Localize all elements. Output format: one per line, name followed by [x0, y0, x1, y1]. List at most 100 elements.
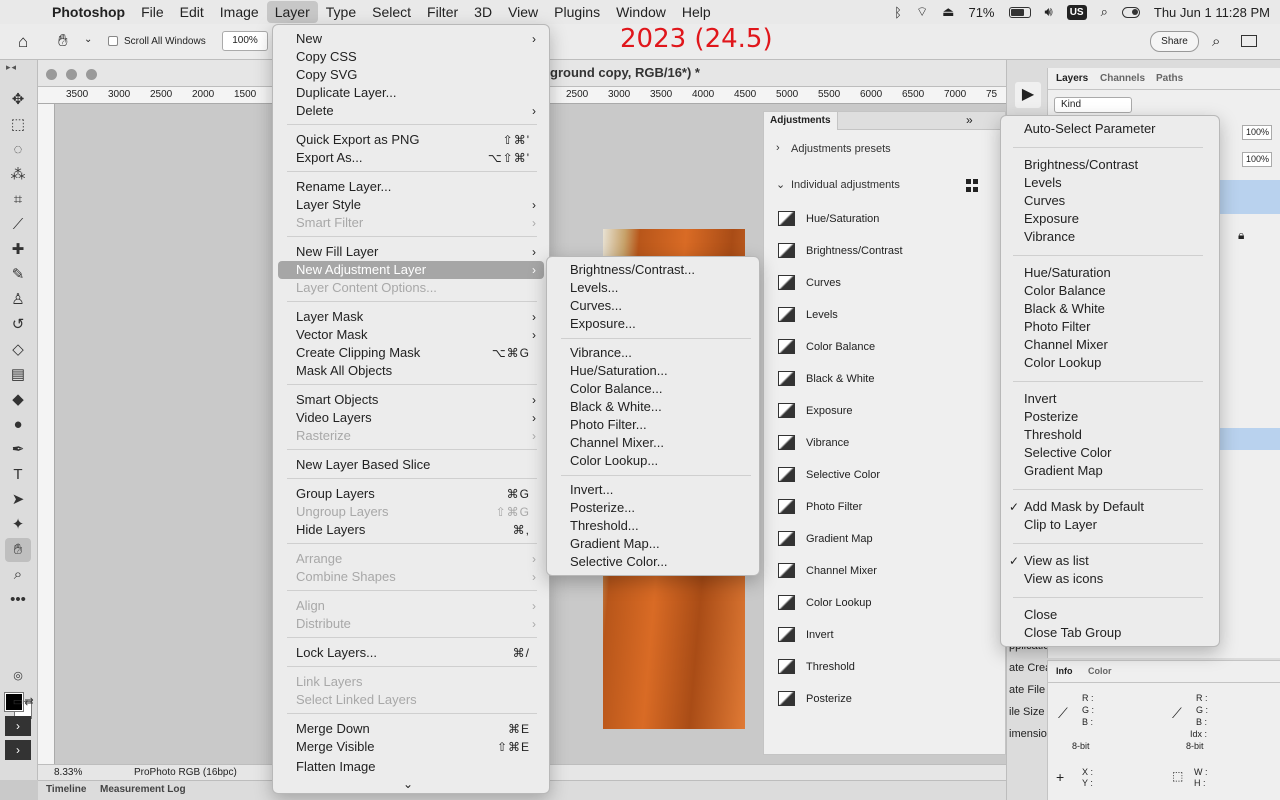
menu-item-hide-layers[interactable]: Hide Layers ⌘,	[278, 521, 544, 539]
flyout-item[interactable]: Channel Mixer	[1006, 336, 1214, 354]
tab-channels[interactable]: Channels	[1100, 73, 1145, 84]
submenu-item[interactable]: Threshold...	[552, 517, 756, 535]
flyout-item[interactable]: Exposure	[1006, 210, 1214, 228]
menu-item-new[interactable]: New ›	[278, 30, 544, 48]
flyout-item[interactable]: Close Tab Group	[1006, 624, 1214, 642]
submenu-item[interactable]: Posterize...	[552, 499, 756, 517]
flyout-item[interactable]: Posterize	[1006, 408, 1214, 426]
search-icon[interactable]: ⌕	[1212, 33, 1220, 50]
menu-item-ungroup-layers[interactable]: Ungroup Layers ⇧⌘G	[278, 503, 544, 521]
expand-panel-button-2[interactable]: ›	[5, 740, 31, 760]
move-tool-icon[interactable]: ✥	[5, 88, 31, 112]
menu-item-layer-content-options[interactable]: Layer Content Options...	[278, 279, 544, 297]
fill-field[interactable]: 100%	[1242, 152, 1272, 167]
zoom-window-button[interactable]	[86, 69, 97, 80]
crop-tool-icon[interactable]: ⌗	[5, 188, 31, 212]
flyout-item[interactable]: Vibrance	[1006, 228, 1214, 246]
control-center-icon[interactable]	[1121, 6, 1140, 18]
zoom-field[interactable]: 100%	[222, 31, 268, 51]
adj-posterize[interactable]: Posterize	[778, 689, 998, 709]
submenu-item[interactable]: Vibrance...	[552, 344, 756, 362]
minimize-window-button[interactable]	[66, 69, 77, 80]
path-selection-tool-icon[interactable]: ➤	[5, 488, 31, 512]
menu-view[interactable]: View	[500, 1, 546, 23]
share-button[interactable]: Share	[1150, 31, 1199, 52]
menu-item-mask-all-objects[interactable]: Mask All Objects	[278, 362, 544, 380]
submenu-item[interactable]: Hue/Saturation...	[552, 362, 756, 380]
gradient-tool-icon[interactable]: ▤	[5, 363, 31, 387]
tab-measurement-log[interactable]: Measurement Log	[100, 784, 186, 795]
submenu-item[interactable]: Exposure...	[552, 315, 756, 333]
adj-brightness-contrast[interactable]: Brightness/Contrast	[778, 241, 998, 261]
menu-layer[interactable]: Layer	[266, 1, 318, 23]
eraser-tool-icon[interactable]: ◇	[5, 338, 31, 362]
menu-item-arrange[interactable]: Arrange ›	[278, 550, 544, 568]
submenu-item[interactable]: Black & White...	[552, 398, 756, 416]
workspace-icon[interactable]	[1241, 35, 1257, 47]
flyout-item[interactable]: Close	[1006, 606, 1214, 624]
tab-timeline[interactable]: Timeline	[46, 784, 86, 795]
menu-item-export-as[interactable]: Export As... ⌥⇧⌘'	[278, 149, 544, 167]
marquee-tool-icon[interactable]: ⬚	[5, 113, 31, 137]
adj-photo-filter[interactable]: Photo Filter	[778, 497, 998, 517]
flyout-item-view-as-list[interactable]: ✓ View as list	[1006, 552, 1214, 570]
eyedropper-tool-icon[interactable]: ⟋	[5, 213, 31, 237]
home-icon[interactable]: ⌂	[18, 32, 28, 52]
input-source-badge[interactable]: US	[1066, 4, 1087, 20]
history-brush-tool-icon[interactable]: ↺	[5, 313, 31, 337]
menu-item-delete[interactable]: Delete ›	[278, 102, 544, 120]
flyout-item[interactable]: Color Balance	[1006, 282, 1214, 300]
dodge-tool-icon[interactable]: ●	[5, 413, 31, 437]
hand-tool-icon[interactable]: ✋︎	[5, 538, 31, 562]
tab-color[interactable]: Color	[1088, 666, 1112, 676]
flyout-item[interactable]: Black & White	[1006, 300, 1214, 318]
menu-file[interactable]: File	[133, 1, 172, 23]
adj-color-lookup[interactable]: Color Lookup	[778, 593, 998, 613]
adj-vibrance[interactable]: Vibrance	[778, 433, 998, 453]
menu-item-copy-svg[interactable]: Copy SVG	[278, 66, 544, 84]
play-actions-icon[interactable]: ▶	[1015, 82, 1041, 108]
flyout-item[interactable]: Auto-Select Parameter	[1006, 120, 1214, 138]
menu-plugins[interactable]: Plugins	[546, 1, 608, 23]
adj-gradient-map[interactable]: Gradient Map	[778, 529, 998, 549]
healing-brush-tool-icon[interactable]: ✚	[5, 238, 31, 262]
menu-item-smart-filter[interactable]: Smart Filter ›	[278, 214, 544, 232]
grid-view-icon[interactable]	[966, 179, 979, 192]
tab-adjustments[interactable]: Adjustments	[764, 112, 838, 130]
adj-exposure[interactable]: Exposure	[778, 401, 998, 421]
flyout-item[interactable]: Brightness/Contrast	[1006, 156, 1214, 174]
adjustments-presets-label[interactable]: Adjustments presets	[791, 143, 891, 155]
menu-help[interactable]: Help	[674, 1, 719, 23]
flyout-item[interactable]: Clip to Layer	[1006, 516, 1214, 534]
flyout-item[interactable]: Gradient Map	[1006, 462, 1214, 480]
layer-filter-select[interactable]: Kind	[1054, 97, 1132, 113]
type-tool-icon[interactable]: T	[5, 463, 31, 487]
flyout-item[interactable]: Levels	[1006, 174, 1214, 192]
brush-tool-icon[interactable]: ✎	[5, 263, 31, 287]
adj-hue-saturation[interactable]: Hue/Saturation	[778, 209, 998, 229]
flyout-item[interactable]: Hue/Saturation	[1006, 264, 1214, 282]
screen-mode-icon[interactable]: ▭	[5, 690, 31, 714]
menu-item-create-clipping-mask[interactable]: Create Clipping Mask ⌥⌘G	[278, 344, 544, 362]
expand-panel-button[interactable]: ›	[5, 716, 31, 736]
menu-item-combine-shapes[interactable]: Combine Shapes ›	[278, 568, 544, 586]
menu-item-lock-layers[interactable]: Lock Layers... ⌘/	[278, 644, 544, 662]
adj-selective-color[interactable]: Selective Color	[778, 465, 998, 485]
menu-type[interactable]: Type	[318, 1, 364, 23]
adj-black-white[interactable]: Black & White	[778, 369, 998, 389]
panel-grip-icon[interactable]: ▸◂	[6, 62, 17, 73]
magic-wand-tool-icon[interactable]: ⁂	[5, 163, 31, 187]
adj-levels[interactable]: Levels	[778, 305, 998, 325]
status-zoom[interactable]: 8.33%	[54, 767, 82, 778]
flyout-item[interactable]: View as icons	[1006, 570, 1214, 588]
flyout-item[interactable]: Threshold	[1006, 426, 1214, 444]
submenu-item[interactable]: Invert...	[552, 481, 756, 499]
menu-item-new-layer-based-slice[interactable]: New Layer Based Slice	[278, 456, 544, 474]
lasso-tool-icon[interactable]: ◌	[5, 138, 31, 162]
menu-item-video-layers[interactable]: Video Layers ›	[278, 409, 544, 427]
submenu-item[interactable]: Color Balance...	[552, 380, 756, 398]
presets-chevron-icon[interactable]: ›	[776, 142, 780, 154]
scroll-down-chevron-icon[interactable]: ⌄	[403, 777, 413, 791]
menu-item-layer-mask[interactable]: Layer Mask ›	[278, 308, 544, 326]
shape-tool-icon[interactable]: ✦	[5, 513, 31, 537]
